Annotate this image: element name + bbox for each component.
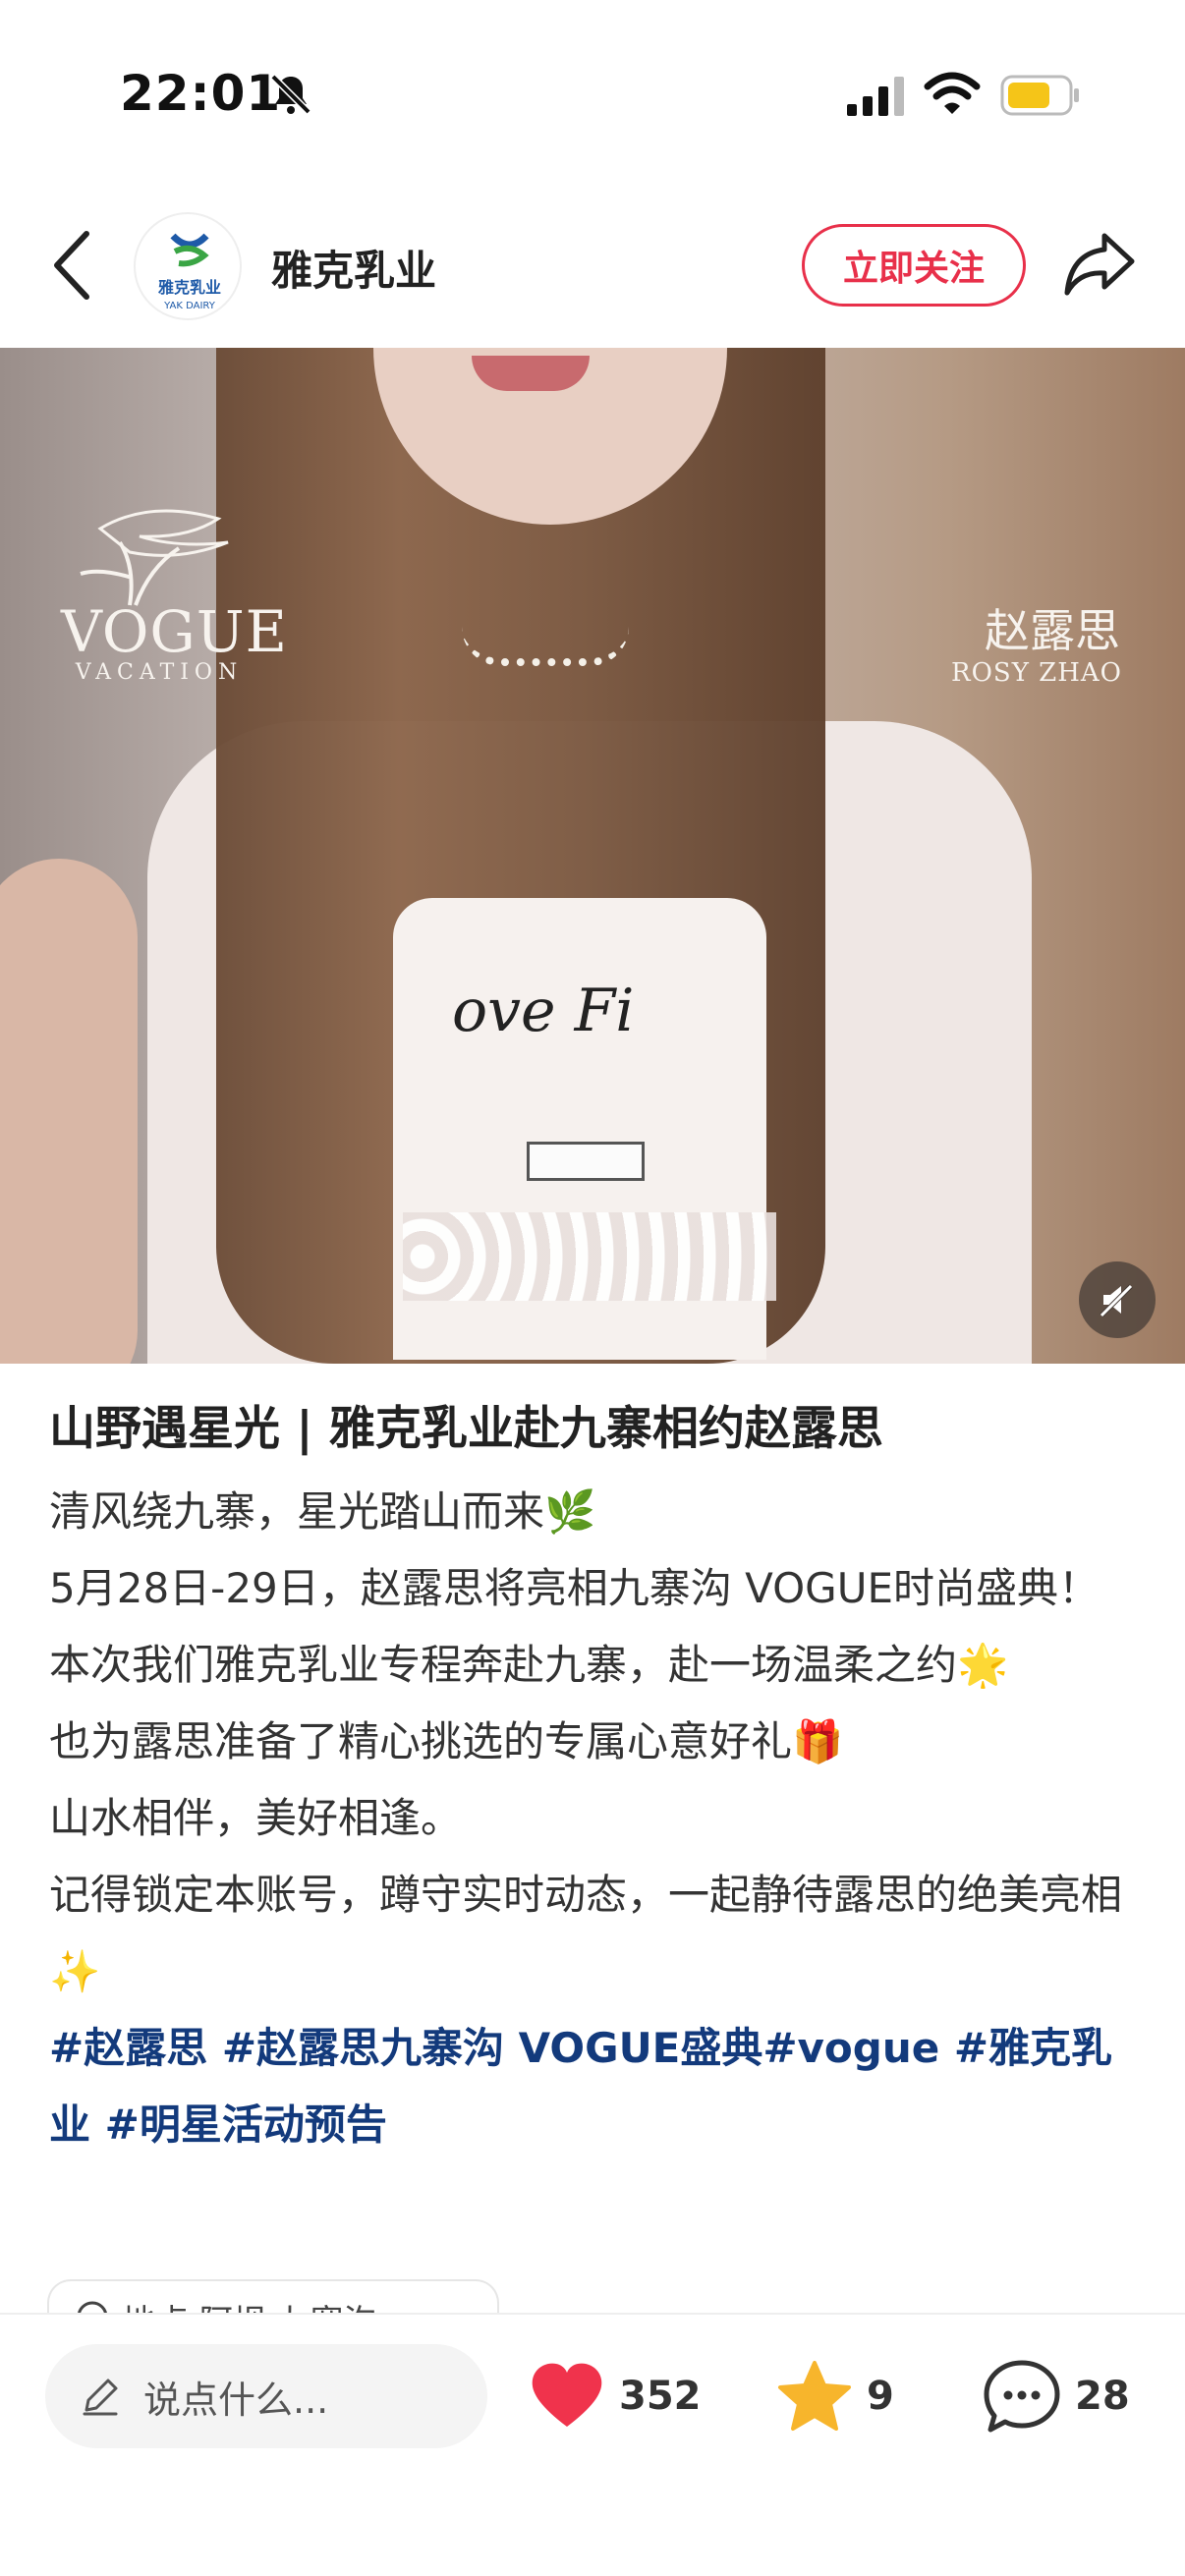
speaker-muted-icon [1100, 1284, 1133, 1317]
post-line: 记得锁定本账号，蹲守实时动态，一起静待露思的绝美亮相✨ [49, 1871, 1123, 1995]
post-hashtags[interactable]: #赵露思 #赵露思九寨沟 VOGUE盛典#vogue #雅克乳业 #明星活动预告 [49, 2010, 1140, 2163]
follow-button[interactable]: 立即关注 [802, 224, 1026, 307]
pencil-icon [83, 2379, 118, 2416]
bell-mute-icon [270, 74, 311, 115]
vogue-subtitle: VACATION [75, 660, 244, 685]
comment-input[interactable]: 说点什么... [45, 2344, 487, 2448]
post-line: 山水相伴，美好相逢。 [49, 1794, 463, 1842]
signal-icon [847, 77, 904, 116]
hand-shape [0, 859, 138, 1364]
post-content: 山野遇星光 | 雅克乳业赴九寨相约赵露思 清风绕九寨，星光踏山而来🌿 5月28日… [49, 1395, 1140, 2163]
post-line: 也为露思准备了精心挑选的专属心意好礼🎁 [49, 1717, 844, 1765]
necklace-shape [462, 627, 629, 666]
shirt-print: ove Fi [452, 977, 635, 1045]
lace-trim [403, 1212, 776, 1301]
like-button[interactable]: 352 [529, 2344, 702, 2448]
shirt-label [527, 1142, 645, 1181]
celebrity-name-cn: 赵露思 [985, 604, 1120, 657]
sound-toggle-button[interactable] [1079, 1261, 1156, 1338]
comment-bubble-icon [984, 2360, 1060, 2433]
post-line: 清风绕九寨，星光踏山而来🌿 [49, 1487, 596, 1536]
chevron-left-icon[interactable] [49, 228, 96, 303]
post-title: 山野遇星光 | 雅克乳业赴九寨相约赵露思 [49, 1402, 883, 1456]
status-bar: 22:01 [0, 0, 1185, 187]
comment-button[interactable]: 28 [983, 2344, 1130, 2448]
post-line: 5月28日-29日，赵露思将亮相九寨沟 VOGUE时尚盛典！ [49, 1564, 1100, 1612]
lips-shape [472, 356, 590, 391]
vogue-logo: VOGUE VACATION [61, 499, 288, 685]
like-count: 352 [619, 2374, 702, 2419]
tree-icon [80, 509, 229, 606]
yak-dairy-logo: 雅克乳业 YAK DAIRY [157, 233, 221, 311]
heart-icon [532, 2363, 602, 2427]
favorite-count: 9 [867, 2374, 894, 2419]
account-name[interactable]: 雅克乳业 [271, 238, 436, 298]
status-time: 22:01 [120, 65, 282, 122]
favorite-button[interactable]: 9 [776, 2344, 894, 2448]
comment-placeholder: 说点什么... [143, 2378, 329, 2422]
comment-count: 28 [1075, 2374, 1130, 2419]
avatar[interactable]: 雅克乳业 YAK DAIRY [134, 212, 242, 320]
post-media[interactable]: ove Fi VOGUE VACATION 赵露思 ROSY ZHAO [0, 348, 1185, 1364]
svg-text:雅克乳业: 雅克乳业 [157, 278, 221, 297]
bottom-action-bar: 说点什么... 352 9 28 [0, 2313, 1185, 2576]
celebrity-name-en: ROSY ZHAO [951, 658, 1122, 688]
post-body: 清风绕九寨，星光踏山而来🌿 5月28日-29日，赵露思将亮相九寨沟 VOGUE时… [49, 1474, 1140, 2010]
star-icon [778, 2361, 851, 2431]
wifi-icon [924, 72, 981, 114]
svg-text:YAK DAIRY: YAK DAIRY [163, 301, 216, 311]
share-icon[interactable] [1061, 228, 1138, 299]
vogue-word: VOGUE [61, 598, 288, 665]
post-line: 本次我们雅克乳业专程奔赴九寨，赴一场温柔之约🌟 [49, 1641, 1009, 1689]
battery-icon [1000, 75, 1079, 116]
top-nav: 雅克乳业 YAK DAIRY 雅克乳业 立即关注 [0, 196, 1185, 346]
